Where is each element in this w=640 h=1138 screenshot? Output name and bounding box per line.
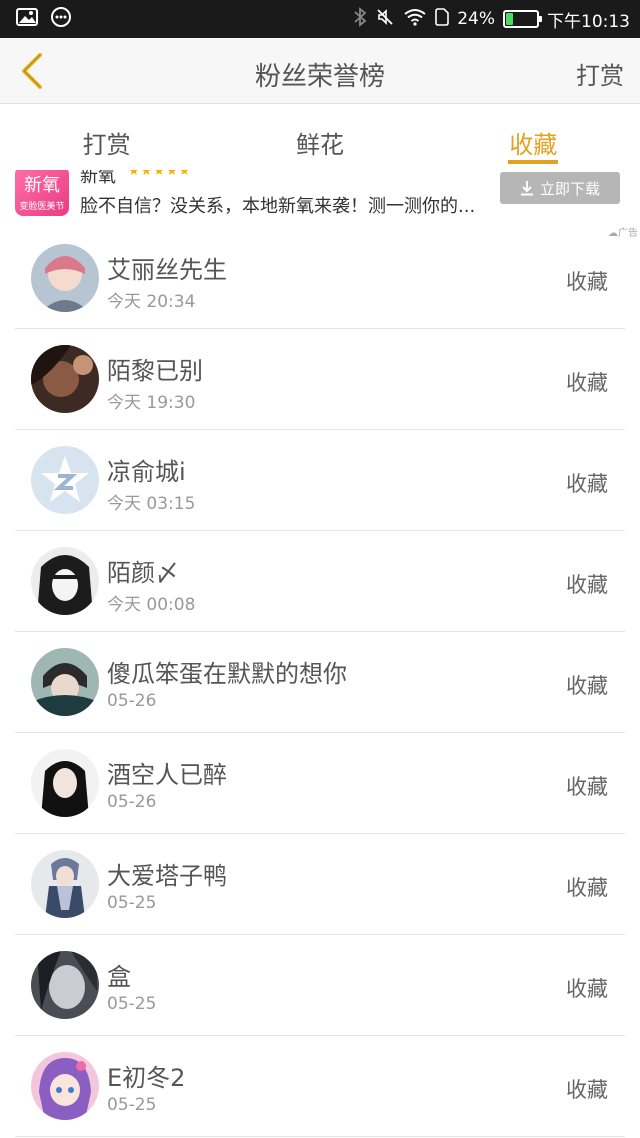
fan-name: 大爱塔子鸭 bbox=[107, 862, 227, 890]
fan-time: 今天 00:08 bbox=[107, 595, 196, 615]
list-item[interactable]: 傻瓜笨蛋在默默的想你 05-26 收藏 bbox=[0, 632, 640, 733]
fan-time: 今天 03:15 bbox=[107, 494, 196, 514]
avatar bbox=[31, 1052, 99, 1120]
ad-download-button[interactable]: 立即下载 bbox=[500, 172, 620, 204]
ad-download-label: 立即下载 bbox=[539, 179, 600, 198]
fan-name: 陌黎已别 bbox=[107, 357, 203, 385]
fan-name: 酒空人已醉 bbox=[107, 761, 227, 789]
mute-icon bbox=[375, 7, 395, 32]
avatar bbox=[31, 951, 99, 1019]
ad-logo-subtext: 变脸医美节 bbox=[19, 201, 65, 212]
tab-flowers[interactable]: 鲜花 bbox=[213, 105, 426, 170]
page-title: 粉丝荣誉榜 bbox=[254, 62, 385, 92]
tab-label: 鲜花 bbox=[295, 131, 344, 159]
bluetooth-icon bbox=[353, 6, 367, 32]
avatar bbox=[31, 648, 99, 716]
tab-label: 收藏 bbox=[509, 131, 558, 159]
avatar bbox=[31, 345, 99, 413]
action-label: 收藏 bbox=[566, 270, 608, 294]
ad-app-logo: 新氧 变脸医美节 bbox=[15, 170, 69, 216]
list-item[interactable]: E初冬2 05-25 收藏 bbox=[0, 1036, 640, 1137]
fan-time: 05-25 bbox=[107, 893, 157, 913]
fan-name: E初冬2 bbox=[107, 1064, 186, 1092]
avatar bbox=[31, 547, 99, 615]
list-item[interactable]: 凉俞城i 今天 03:15 收藏 bbox=[0, 430, 640, 531]
action-label: 收藏 bbox=[566, 977, 608, 1001]
fan-name: 艾丽丝先生 bbox=[107, 256, 227, 284]
action-label: 收藏 bbox=[566, 674, 608, 698]
list-item[interactable]: 盒 05-25 收藏 bbox=[0, 935, 640, 1036]
download-icon bbox=[520, 181, 533, 196]
action-label: 收藏 bbox=[566, 573, 608, 597]
avatar bbox=[31, 749, 99, 817]
tab-reward[interactable]: 打赏 bbox=[0, 105, 213, 170]
avatar bbox=[31, 446, 99, 514]
divider bbox=[15, 1136, 625, 1137]
fan-time: 今天 20:34 bbox=[107, 292, 196, 312]
fan-time: 今天 19:30 bbox=[107, 393, 196, 413]
ad-rating-stars: ★★★★★ bbox=[128, 170, 192, 179]
fan-name: 盒 bbox=[107, 963, 131, 991]
title-bar: 粉丝荣誉榜 打赏 bbox=[0, 38, 640, 104]
fan-time: 05-26 bbox=[107, 691, 157, 711]
action-label: 收藏 bbox=[566, 775, 608, 799]
tab-bar: 打赏 鲜花 收藏 bbox=[0, 105, 640, 170]
fan-time: 05-26 bbox=[107, 792, 157, 812]
avatar bbox=[31, 850, 99, 918]
fan-name: 陌颜〆 bbox=[107, 559, 179, 587]
battery-level bbox=[506, 13, 514, 25]
list-item[interactable]: 陌颜〆 今天 00:08 收藏 bbox=[0, 531, 640, 632]
list-item[interactable]: 酒空人已醉 05-26 收藏 bbox=[0, 733, 640, 834]
list-item[interactable]: 艾丽丝先生 今天 20:34 收藏 bbox=[0, 228, 640, 329]
message-icon bbox=[50, 6, 72, 32]
fan-name: 凉俞城i bbox=[107, 458, 186, 486]
action-label: 收藏 bbox=[566, 371, 608, 395]
tab-favorites[interactable]: 收藏 bbox=[427, 105, 640, 170]
fan-time: 05-25 bbox=[107, 994, 157, 1014]
status-bar: 24% 下午10:13 bbox=[0, 0, 640, 38]
avatar bbox=[31, 244, 99, 312]
clock: 下午10:13 bbox=[547, 11, 630, 32]
tab-label: 打赏 bbox=[82, 131, 131, 159]
ad-app-name: 新氧 bbox=[80, 170, 116, 187]
action-label: 收藏 bbox=[566, 1078, 608, 1102]
action-label: 收藏 bbox=[566, 472, 608, 496]
fan-name: 傻瓜笨蛋在默默的想你 bbox=[107, 660, 347, 688]
action-label: 收藏 bbox=[566, 876, 608, 900]
list-item[interactable]: 陌黎已别 今天 19:30 收藏 bbox=[0, 329, 640, 430]
battery-icon bbox=[503, 10, 542, 28]
wifi-icon bbox=[403, 8, 427, 31]
tab-indicator bbox=[508, 160, 559, 164]
fan-time: 05-25 bbox=[107, 1095, 157, 1115]
battery-percent: 24% bbox=[457, 9, 495, 29]
ad-logo-text: 新氧 bbox=[24, 174, 60, 196]
reward-button[interactable]: 打赏 bbox=[576, 56, 624, 91]
sim-icon bbox=[435, 7, 450, 31]
ad-description: 脸不自信？没关系，本地新氧来袭！测一测你的... bbox=[80, 196, 476, 217]
list-item[interactable]: 大爱塔子鸭 05-25 收藏 bbox=[0, 834, 640, 935]
gallery-icon bbox=[16, 8, 38, 30]
